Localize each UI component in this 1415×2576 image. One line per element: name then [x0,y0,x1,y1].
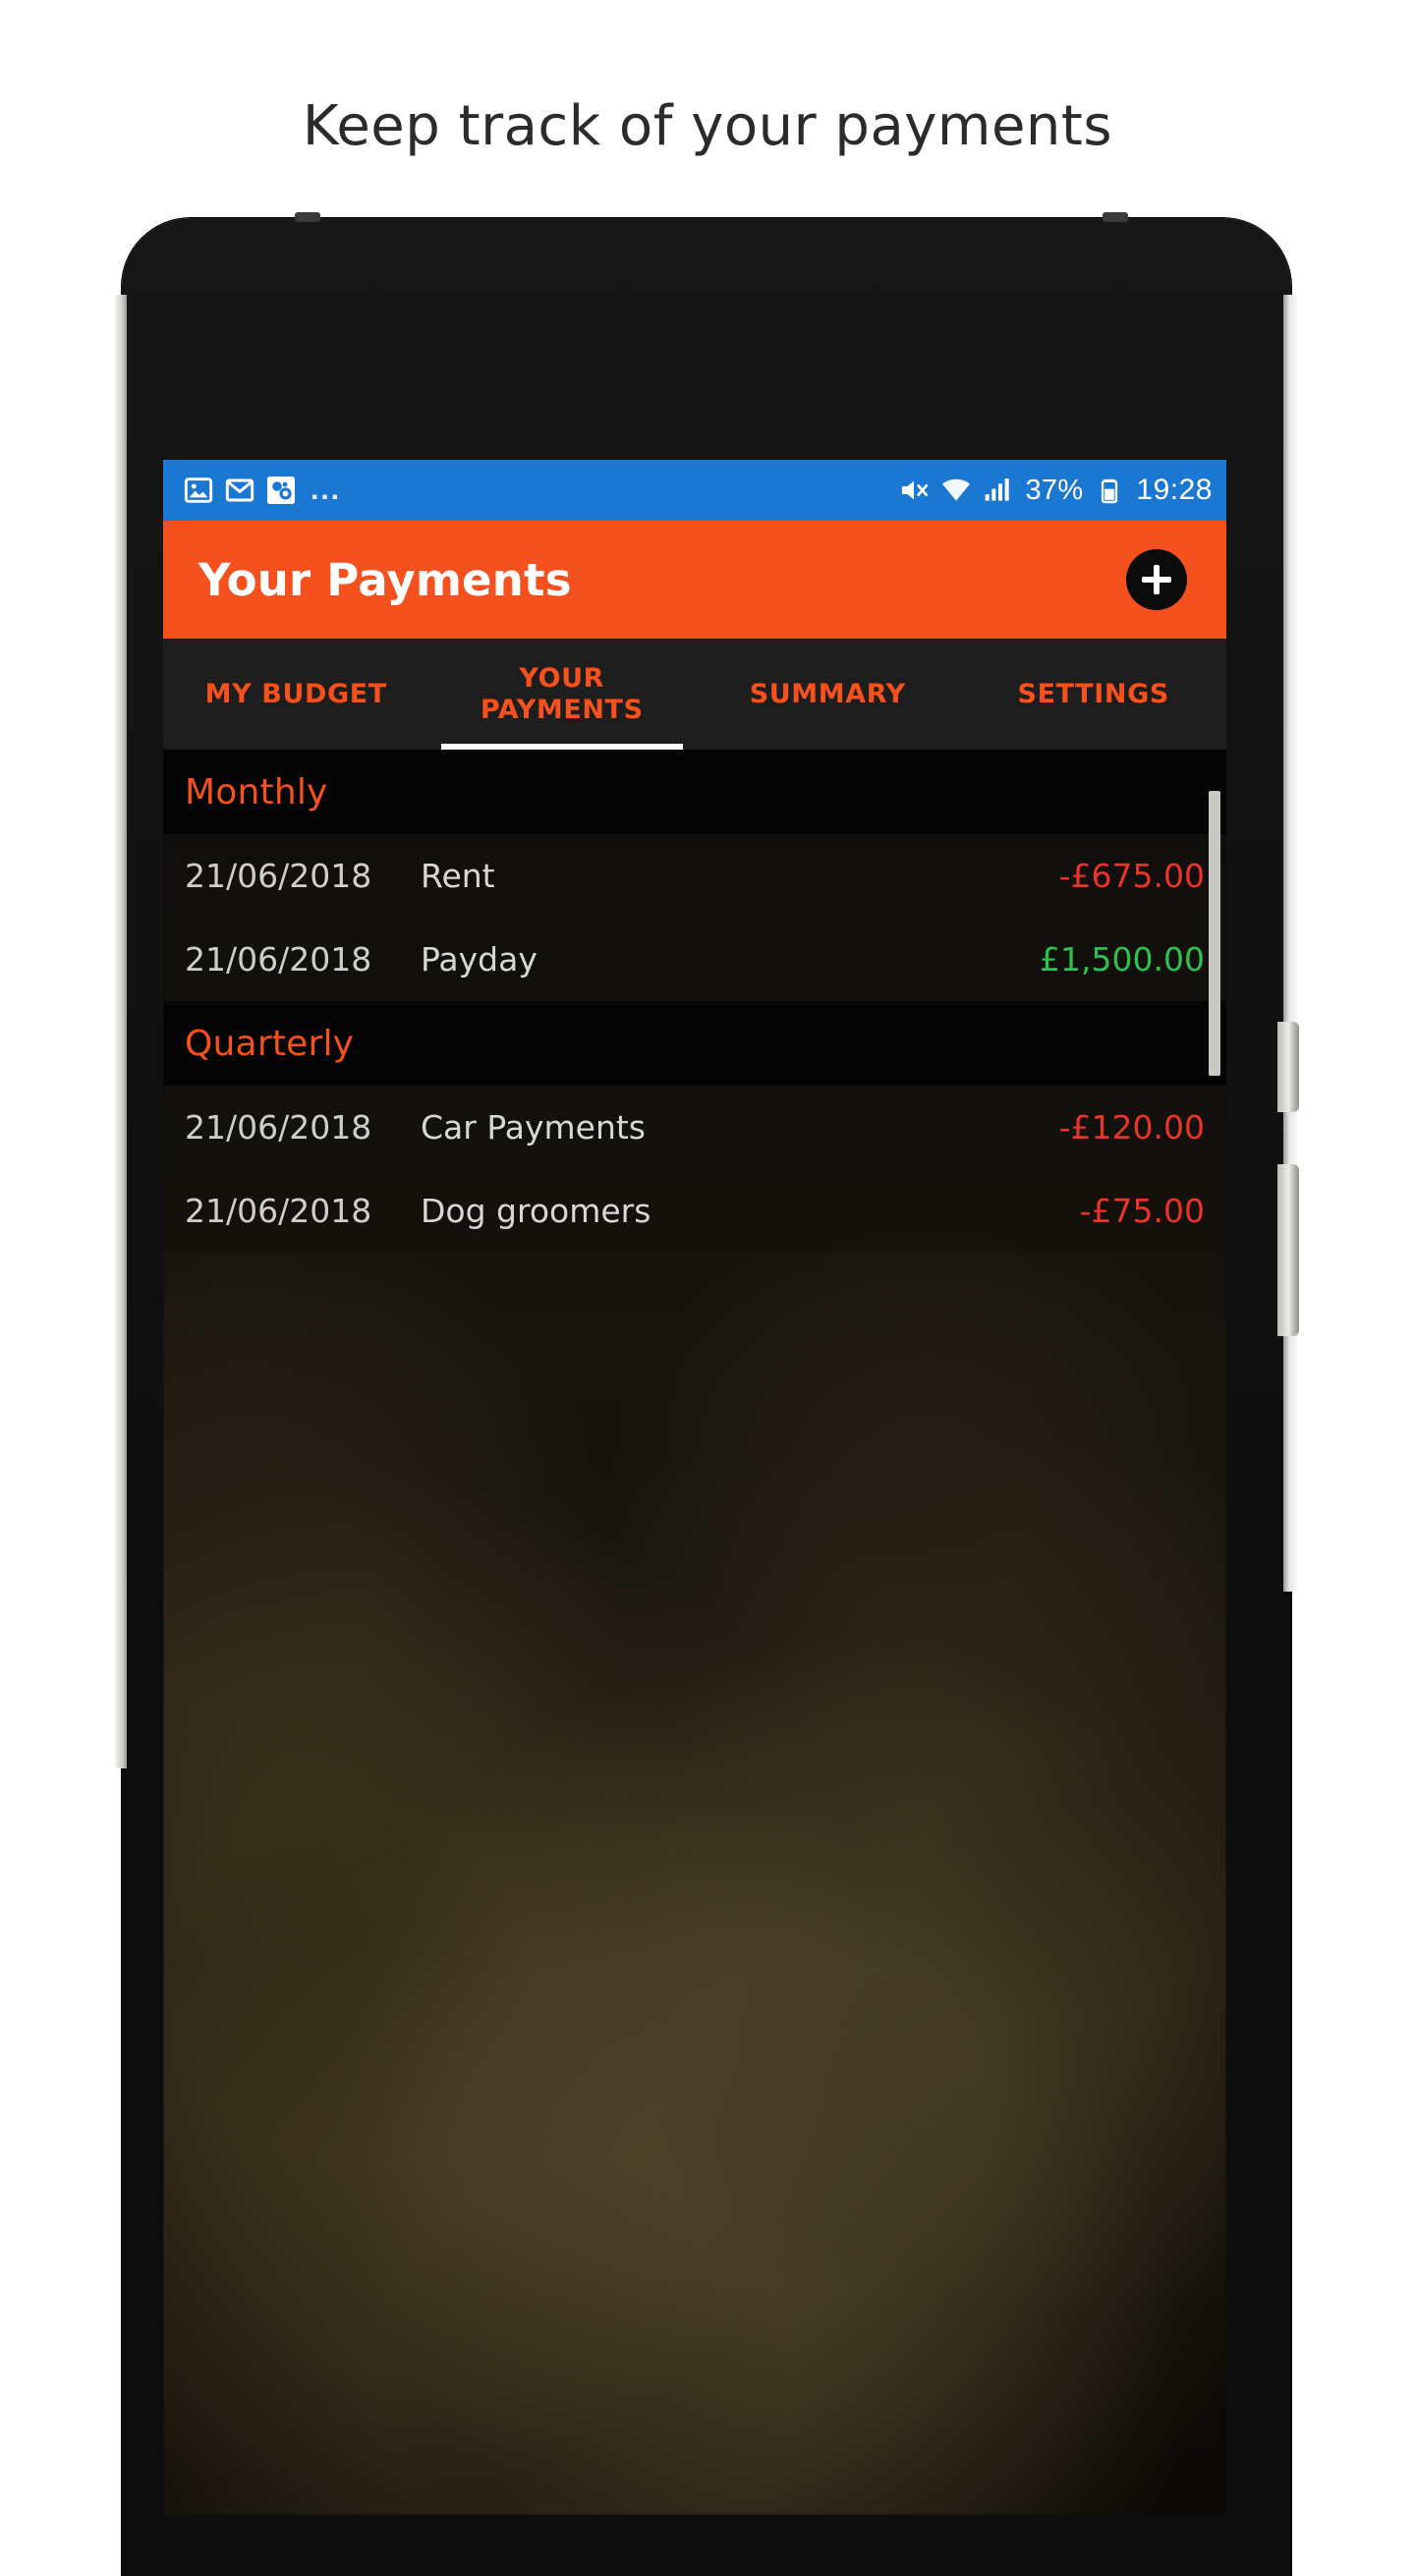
status-bar-notifications: ... [183,475,341,506]
section-header: Monthly [163,750,1226,834]
payment-name: Rent [421,857,495,895]
clock-label: 19:28 [1136,474,1213,506]
status-bar-system-icons: 37% 19:28 [898,474,1213,507]
payment-name: Payday [421,940,538,979]
section-header: Quarterly [163,1001,1226,1086]
payment-row[interactable]: 21/06/2018 Dog groomers -£75.00 [163,1169,1226,1253]
tab-settings[interactable]: SETTINGS [961,639,1227,750]
app-bar-title: Your Payments [198,553,572,606]
payment-date: 21/06/2018 [185,940,372,979]
power-button[interactable] [1277,1022,1299,1112]
section-header-label: Quarterly [185,1023,355,1064]
phone-screen: ... 37% 19:28 Your Payments MY BUDGET YOU [163,460,1226,2515]
app-icon [265,475,297,506]
payment-row[interactable]: 21/06/2018 Rent -£675.00 [163,834,1226,918]
battery-percent-label: 37% [1025,474,1084,506]
payments-list: Monthly 21/06/2018 Rent -£675.00 21/06/2018 P… [163,750,1226,2515]
volume-button[interactable] [1277,1164,1299,1336]
payment-name: Car Payments [421,1108,646,1147]
frame-nub-right [1103,212,1128,222]
payment-row[interactable]: 21/06/2018 Car Payments -£120.00 [163,1086,1226,1169]
payment-amount: -£675.00 [1058,857,1205,895]
tab-label: SUMMARY [749,678,906,709]
payment-row[interactable]: 21/06/2018 Payday £1,500.00 [163,918,1226,1001]
mute-icon [898,475,930,506]
tab-label: YOUR PAYMENTS [480,662,644,725]
phone-edge-right [1283,295,1297,1592]
frame-nub-left [295,212,320,222]
section-header-label: Monthly [185,771,328,812]
tab-your-payments[interactable]: YOUR PAYMENTS [429,639,696,750]
add-payment-button[interactable] [1126,549,1187,610]
payment-date: 21/06/2018 [185,1192,372,1230]
gmail-icon [224,475,255,506]
tab-label: MY BUDGET [204,678,387,709]
signal-icon [983,475,1014,506]
tab-summary[interactable]: SUMMARY [695,639,961,750]
battery-icon [1094,475,1125,506]
payments-list-container: Monthly 21/06/2018 Rent -£675.00 21/06/2018 P… [163,750,1226,2515]
payment-amount: -£75.00 [1079,1192,1205,1230]
payment-name: Dog groomers [421,1192,651,1230]
wifi-icon [940,475,972,506]
page-title: Keep track of your payments [302,94,1113,158]
notification-overflow-dots: ... [311,474,342,506]
phone-edge-left [115,295,127,1768]
status-bar: ... 37% 19:28 [163,460,1226,521]
app-bar: Your Payments [163,521,1226,639]
tab-bar: MY BUDGET YOUR PAYMENTS SUMMARY SETTINGS [163,639,1226,750]
tab-label: SETTINGS [1017,678,1169,709]
tab-my-budget[interactable]: MY BUDGET [163,639,429,750]
payment-amount: -£120.00 [1058,1108,1205,1147]
photos-icon [183,475,214,506]
payment-amount: £1,500.00 [1040,940,1205,979]
payment-date: 21/06/2018 [185,857,372,895]
list-scrollbar[interactable] [1209,791,1220,1076]
payment-date: 21/06/2018 [185,1108,372,1147]
